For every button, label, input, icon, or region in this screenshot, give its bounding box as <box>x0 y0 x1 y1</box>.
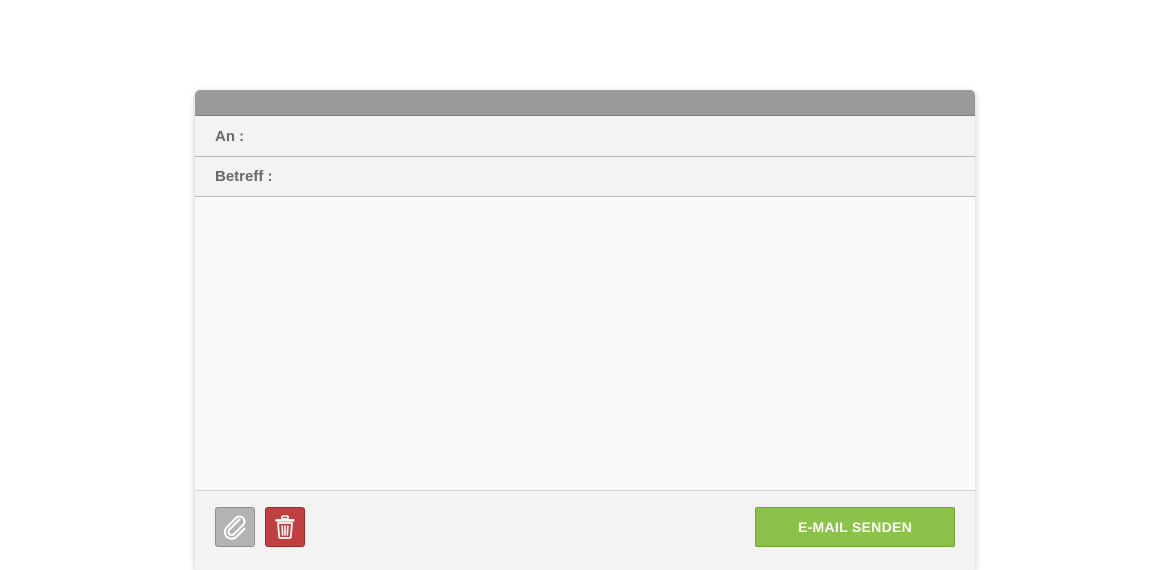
paperclip-icon <box>221 513 249 541</box>
composer-footer: E-MAIL SENDEN <box>195 491 975 570</box>
to-input[interactable] <box>252 115 975 157</box>
message-body <box>195 197 975 491</box>
message-body-input[interactable] <box>195 197 975 490</box>
email-composer: An : Betreff : E-MAIL SENDEN <box>195 90 975 570</box>
send-email-button[interactable]: E-MAIL SENDEN <box>755 507 955 547</box>
subject-row: Betreff : <box>195 157 975 197</box>
attach-button[interactable] <box>215 507 255 547</box>
subject-input[interactable] <box>281 156 975 197</box>
to-row: An : <box>195 116 975 157</box>
composer-titlebar <box>195 90 975 116</box>
subject-label: Betreff : <box>215 168 273 185</box>
trash-icon <box>274 515 296 539</box>
delete-button[interactable] <box>265 507 305 547</box>
to-label: An : <box>215 128 244 145</box>
